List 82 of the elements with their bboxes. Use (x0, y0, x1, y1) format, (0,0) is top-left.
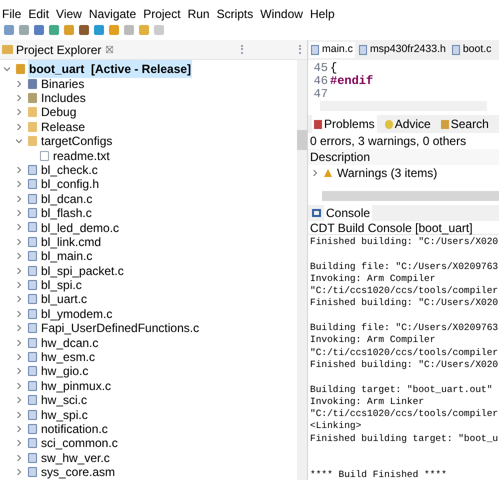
console-line: Invoking: Arm Compiler (310, 334, 436, 347)
console-line: Invoking: Arm Compiler (310, 272, 436, 286)
console-line: **** Build Finished **** (310, 469, 447, 480)
expand-caret-icon[interactable] (16, 268, 22, 274)
menu-item[interactable]: Edit (28, 5, 50, 23)
code-line: { (330, 62, 338, 75)
menu-item[interactable]: View (56, 5, 82, 23)
folder-icon (28, 136, 37, 146)
console-line: Building file: "C:/Users/X0209763 (310, 322, 498, 334)
scrollbar[interactable] (297, 60, 307, 480)
console-line: "C:/ti/ccs1020/ccs/tools/compiler (310, 346, 498, 359)
tree-item[interactable]: Warnings (3 items) (337, 164, 438, 182)
collapse-caret-icon[interactable] (16, 138, 22, 144)
tab-icon (314, 120, 322, 128)
expand-caret-icon[interactable] (16, 310, 22, 317)
menu-item[interactable]: Scripts (216, 5, 254, 23)
menu-item[interactable]: File (2, 5, 22, 23)
expand-caret-icon[interactable] (16, 238, 22, 245)
folder-icon (28, 107, 37, 118)
expand-caret-icon[interactable] (16, 196, 22, 202)
console-line: Finished building: "C:/Users/X020 (310, 297, 498, 310)
view-tab[interactable]: Advice (382, 115, 433, 133)
console-line: Building target: "boot_uart.out" (310, 384, 492, 396)
expand-caret-icon[interactable] (16, 124, 22, 130)
close-icon[interactable] (106, 46, 114, 53)
expand-caret-icon[interactable] (16, 382, 22, 389)
console-line: "C:/ti/ccs1020/ccs/tools/compiler (310, 408, 498, 420)
expand-caret-icon[interactable] (16, 412, 22, 418)
tree-item[interactable]: boot_uart [Active - Release] (28, 60, 192, 78)
expand-caret-icon[interactable] (16, 469, 22, 476)
expand-caret-icon[interactable] (16, 224, 22, 230)
editor-tab[interactable]: boot.c (450, 42, 494, 58)
menu-item[interactable]: Project (143, 5, 181, 23)
console-tab[interactable]: Console (324, 204, 372, 222)
expand-caret-icon[interactable] (16, 253, 22, 260)
expand-caret-icon[interactable] (16, 454, 22, 461)
menu-item[interactable]: Run (188, 5, 210, 23)
code-line: #endif (330, 75, 374, 88)
console-line: Invoking: Arm Linker (310, 396, 424, 408)
expand-caret-icon[interactable] (16, 166, 22, 173)
expand-caret-icon[interactable] (16, 397, 22, 404)
console-line: <Linking> (310, 420, 362, 433)
folder-icon (28, 122, 37, 132)
line-number: 46 (312, 75, 329, 88)
line-number: 45 (312, 62, 329, 75)
line-number: 47 (312, 88, 329, 101)
expand-caret-icon[interactable] (312, 170, 318, 176)
console-icon (312, 209, 321, 217)
editor-tab[interactable]: main.c (309, 42, 355, 58)
console-line: Building file: "C:/Users/X0209763 (310, 260, 498, 273)
view-tab[interactable]: Search (438, 115, 491, 133)
expand-caret-icon[interactable] (16, 80, 22, 87)
console-line: Finished building: "C:/Users/X020 (310, 358, 498, 372)
menu-item[interactable]: Window (260, 5, 303, 23)
expand-caret-icon[interactable] (16, 340, 22, 346)
expand-caret-icon[interactable] (16, 296, 22, 302)
horizontal-scrollbar[interactable] (322, 191, 499, 201)
expand-caret-icon[interactable] (16, 109, 22, 116)
folder-icon (2, 45, 13, 54)
view-tab[interactable]: Problems (312, 115, 377, 133)
console-line: "C:/ti/ccs1020/ccs/tools/compiler (310, 285, 498, 298)
expand-caret-icon[interactable] (16, 426, 22, 432)
column-header[interactable]: Description (308, 149, 499, 165)
expand-caret-icon[interactable] (16, 210, 22, 216)
console-title: CDT Build Console [boot_uart] (308, 221, 499, 235)
console-line: Finished building target: "boot_u (310, 432, 498, 446)
expand-caret-icon[interactable] (16, 94, 22, 101)
expand-caret-icon[interactable] (16, 282, 22, 288)
problems-summary: 0 errors, 3 warnings, 0 others (309, 133, 468, 149)
expand-caret-icon[interactable] (16, 368, 22, 374)
expand-caret-icon[interactable] (16, 354, 22, 360)
tab-icon (384, 120, 393, 128)
console-line: Finished building: "C:/Users/X020 (310, 236, 498, 248)
menu-item[interactable]: Help (310, 5, 335, 23)
expand-caret-icon[interactable] (16, 440, 22, 446)
warning-icon (324, 169, 332, 177)
collapse-caret-icon[interactable] (4, 66, 10, 72)
menu-item[interactable]: Navigate (88, 5, 136, 23)
expand-caret-icon[interactable] (16, 181, 22, 188)
tab-icon (440, 120, 449, 128)
editor-tab[interactable]: msp430fr2433.h (356, 42, 448, 58)
expand-caret-icon[interactable] (16, 325, 22, 332)
